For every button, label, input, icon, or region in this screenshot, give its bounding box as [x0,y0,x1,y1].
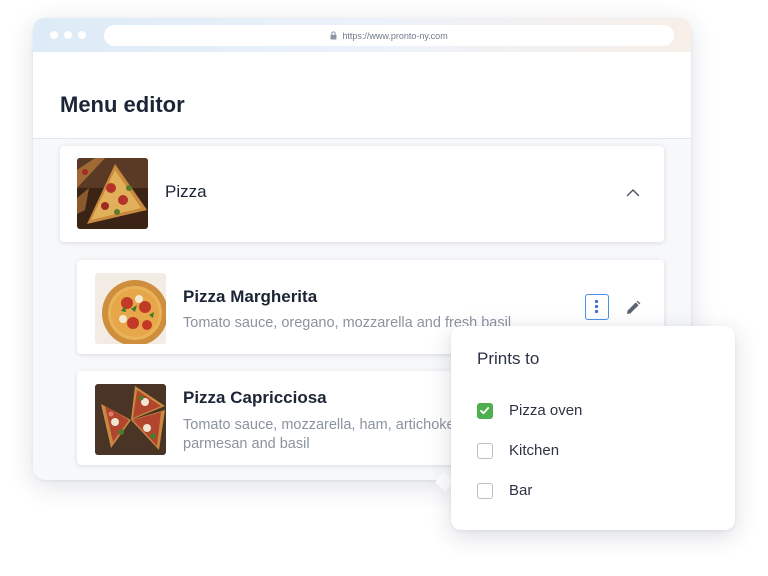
chevron-up-icon[interactable] [624,184,642,202]
item-image [95,273,166,344]
kebab-menu-icon [594,299,599,314]
item-name: Pizza Capricciosa [183,388,327,407]
item-image [95,384,166,455]
address-bar[interactable]: https://www.pronto-ny.com [104,25,674,46]
option-pizza-oven[interactable]: Pizza oven [477,402,582,419]
option-kitchen[interactable]: Kitchen [477,442,559,459]
popover-title: Prints to [477,349,540,368]
category-name: Pizza [165,182,207,201]
option-bar[interactable]: Bar [477,482,532,499]
category-card-pizza[interactable]: Pizza [60,146,664,242]
page-title: Menu editor [60,92,185,117]
pencil-icon[interactable] [623,298,643,318]
checkbox-checked[interactable] [477,402,493,419]
checkbox-unchecked[interactable] [477,482,493,499]
option-label: Pizza oven [509,402,583,419]
menu-item-pizza-capricciosa[interactable]: Pizza Capricciosa Tomato sauce, mozzarel… [77,371,487,465]
browser-toolbar: https://www.pronto-ny.com [33,18,691,52]
url-text: https://www.pronto-ny.com [342,30,448,41]
item-description: Tomato sauce, mozzarella, ham, artichoke… [183,416,466,454]
item-description-line: Tomato sauce, mozzarella, ham, artichoke… [183,417,466,433]
option-label: Bar [509,482,533,499]
more-options-button[interactable] [585,294,609,320]
window-dot [50,31,58,39]
prints-to-popover: Prints to Pizza oven Kitchen Bar [451,326,735,530]
category-image [77,158,148,229]
window-dot [78,31,86,39]
checkbox-unchecked[interactable] [477,442,493,459]
checkmark-icon [480,406,490,414]
lock-icon [330,31,337,40]
item-name: Pizza Margherita [183,287,318,306]
window-dot [64,31,72,39]
page-header: Menu editor [33,52,691,139]
option-label: Kitchen [509,442,560,459]
item-description-line: parmesan and basil [183,436,310,452]
